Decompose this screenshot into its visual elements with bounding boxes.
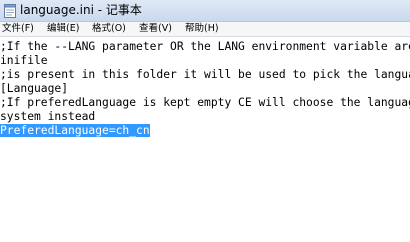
text-editor[interactable]: ;If the --LANG parameter OR the LANG env… (0, 37, 410, 242)
text-selection: PreferedLanguage=ch_cn (0, 124, 150, 137)
menu-format[interactable]: 格式(O) (92, 22, 126, 36)
title-bar[interactable]: language.ini - 记事本 (0, 0, 410, 22)
text-line: ;If preferedLanguage is kept empty CE wi… (0, 96, 410, 109)
menu-edit[interactable]: 编辑(E) (47, 22, 79, 36)
menu-bar: 文件(F) 编辑(E) 格式(O) 查看(V) 帮助(H) (0, 22, 410, 37)
text-line: ;If the --LANG parameter OR the LANG env… (0, 40, 410, 53)
menu-help[interactable]: 帮助(H) (185, 22, 219, 36)
menu-file[interactable]: 文件(F) (2, 22, 34, 36)
selected-text-line: PreferedLanguage=ch_cn (0, 124, 150, 138)
text-line: [Language] (0, 82, 69, 95)
text-line: inifile (0, 54, 48, 67)
text-line: ;is present in this folder it will be us… (0, 68, 410, 81)
text-line: system instead (0, 110, 96, 123)
notepad-icon (4, 3, 16, 18)
menu-view[interactable]: 查看(V) (139, 22, 172, 36)
window-title: language.ini - 记事本 (20, 3, 142, 17)
